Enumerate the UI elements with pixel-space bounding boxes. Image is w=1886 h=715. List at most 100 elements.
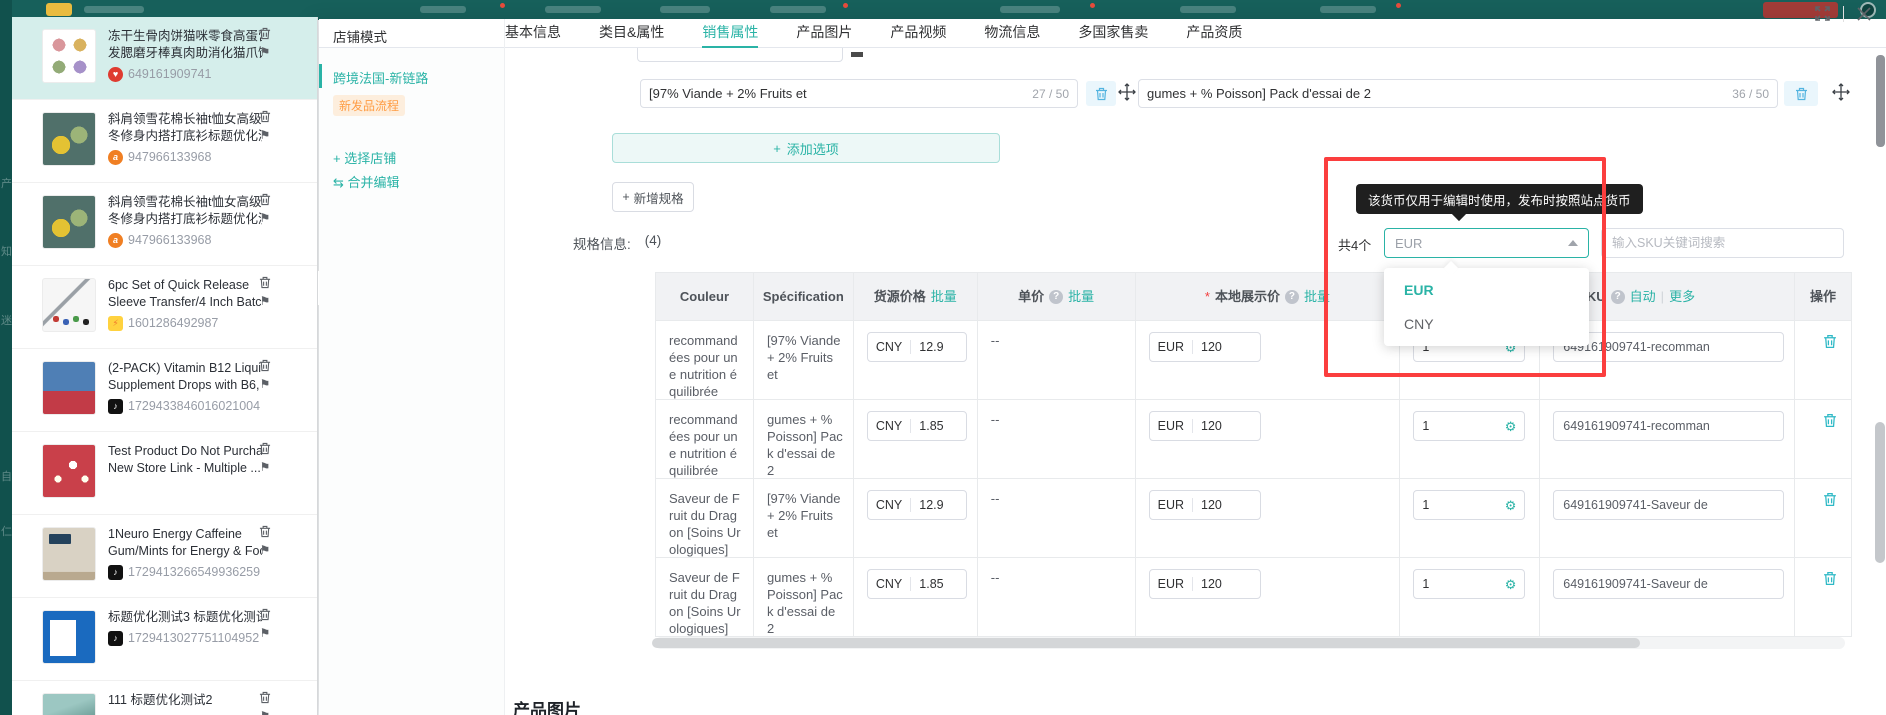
col-header-local-price: * 本地展示价? 批量 [1135,273,1401,321]
tab-basic-info[interactable]: 基本信息 [505,19,561,48]
option-2-drag-handle[interactable] [1832,83,1850,101]
cell-couleur: recommandées pour une nutrition équilibr… [656,400,754,479]
trash-icon[interactable] [259,193,271,206]
tab-category-attributes[interactable]: 类目&属性 [599,19,664,48]
product-list-item[interactable]: 1Neuro Energy Caffeine Gum/Mints for Ene… [12,515,317,598]
trash-icon[interactable] [259,110,271,123]
batch-edit-link[interactable]: 批量 [1304,288,1330,305]
spec-value: [97% Viande + 2% Fruits et [766,491,841,540]
store-item-active[interactable]: 跨境法国-新链路 [319,62,504,90]
trash-icon[interactable] [1808,413,1851,428]
local-price-input[interactable]: EUR 120 [1148,332,1261,362]
add-option-button[interactable]: + 添加选项 [612,133,1000,163]
flag-icon[interactable]: ⚑ [260,461,271,473]
option-2-delete-button[interactable] [1784,81,1818,106]
tab-multi-country-sale[interactable]: 多国家售卖 [1078,19,1148,48]
add-spec-button[interactable]: + 新增规格 [612,182,694,212]
flag-icon[interactable]: ⚑ [260,627,271,639]
product-id-row: ♪ 1729433846016021004 [108,398,262,414]
gear-icon[interactable]: ⚙ [1505,418,1517,435]
sku-input[interactable]: 649161909741-recomman [1553,411,1785,441]
option-value-1-input[interactable] [641,86,1033,101]
tab-sales-attributes[interactable]: 销售属性 [702,19,759,48]
product-list-item[interactable]: Test Product Do Not Purchase, New Store … [12,432,317,515]
product-list-item[interactable]: 6pc Set of Quick Release Sleeve Transfer… [12,266,317,349]
product-list-item[interactable]: 斜肩领雪花棉长袖t恤女高级感秋 冬修身内搭打底衫标题优化测试2 a 947966… [12,183,317,266]
cell-couleur: Saveur de Fruit du Dragon [Soins Urologi… [656,479,754,558]
flag-icon[interactable]: ⚑ [260,544,271,556]
source-price-input[interactable]: CNY 12.9 [866,332,967,362]
tab-product-images[interactable]: 产品图片 [796,19,852,48]
sku-input[interactable]: 649161909741-Saveur de [1553,569,1785,599]
help-icon[interactable]: ? [1049,289,1064,304]
price-value: 120 [1201,339,1222,354]
flag-icon[interactable]: ⚑ [260,295,271,307]
local-price-input[interactable]: EUR 120 [1148,490,1261,520]
sku-input[interactable]: 649161909741-Saveur de [1553,490,1785,520]
trash-icon[interactable] [259,691,271,704]
product-list-item[interactable]: 标题优化测试3 标题优化测试 ♪ 1729413027751104952 ⚑ [12,598,317,681]
tab-product-qualification[interactable]: 产品资质 [1186,19,1242,48]
source-price-input[interactable]: CNY 1.85 [866,569,967,599]
horizontal-scrollbar-thumb[interactable] [652,638,1640,648]
currency-option-cny[interactable]: CNY [1384,307,1589,341]
sku-search-input[interactable] [1602,236,1843,250]
source-price-input[interactable]: CNY 12.9 [866,490,967,520]
batch-edit-link[interactable]: 批量 [931,288,957,305]
vertical-scrollbar-thumb[interactable] [1875,422,1885,563]
select-store-link[interactable]: + 选择店铺 [333,148,396,167]
flag-icon[interactable]: ⚑ [260,710,271,715]
currency-prefix: EUR [1157,497,1185,512]
product-list-item[interactable]: 111 标题优化测试2 ⚑ [12,681,317,715]
nav-menu-placeholder [1000,6,1060,13]
option-1-drag-handle[interactable] [1118,83,1136,101]
local-price-input[interactable]: EUR 120 [1148,411,1261,441]
trash-icon[interactable] [259,359,271,372]
fullscreen-icon[interactable] [1814,5,1831,22]
merge-edit-link[interactable]: ⇆ 合并编辑 [333,172,400,191]
help-icon[interactable]: ? [1284,289,1299,304]
product-list-item[interactable]: (2-PACK) Vitamin B12 Liquid Supplement D… [12,349,317,432]
help-icon[interactable]: ? [1610,289,1625,304]
quantity-input[interactable]: 1 ⚙ [1413,411,1526,441]
trash-icon[interactable] [259,276,271,289]
rail-glyph: 知 [1,246,12,258]
trash-icon[interactable] [259,608,271,621]
close-icon[interactable] [1856,6,1872,22]
flag-icon[interactable]: ⚑ [260,212,271,224]
vertical-scrollbar-segment[interactable] [1876,55,1885,147]
product-list-item[interactable]: 冻干生骨肉饼猫咪零食高蛋营养 发腮磨牙棒真肉助消化猫爪饼 ... ♥ 64916… [12,17,317,100]
trash-icon[interactable] [259,27,271,40]
trash-icon[interactable] [259,442,271,455]
quantity-input[interactable]: 1 ⚙ [1413,569,1526,599]
option-value-2-input[interactable] [1139,86,1733,101]
flag-icon[interactable]: ⚑ [260,378,271,390]
trash-icon[interactable] [1808,571,1851,586]
sku-more-link[interactable]: 更多 [1669,288,1695,305]
currency-select[interactable]: EUR [1384,228,1589,258]
unit-price-value: -- [990,333,1000,348]
tab-logistics-info[interactable]: 物流信息 [984,19,1040,48]
quantity-input[interactable]: 1 ⚙ [1413,490,1526,520]
source-price-input[interactable]: CNY 1.85 [866,411,967,441]
gear-icon[interactable]: ⚙ [1505,576,1517,593]
spec-table-row: Saveur de Fruit du Dragon [Soins Urologi… [656,479,1852,558]
trash-icon[interactable] [259,525,271,538]
batch-edit-link[interactable]: 批量 [1068,288,1094,305]
local-price-input[interactable]: EUR 120 [1148,569,1261,599]
trash-icon[interactable] [1808,334,1851,349]
gear-icon[interactable]: ⚙ [1505,497,1517,514]
flag-icon[interactable]: ⚑ [260,129,271,141]
sku-auto-link[interactable]: 自动 [1630,288,1656,305]
sku-value: 649161909741-Saveur de [1563,576,1708,591]
quantity-value: 1 [1422,497,1430,512]
tab-product-video[interactable]: 产品视频 [890,19,946,48]
currency-option-eur[interactable]: EUR [1384,273,1589,307]
flag-icon[interactable]: ⚑ [260,46,271,58]
col-header-actions: 操作 [1795,273,1852,321]
app-root: 产 知 迷 自 仁 冻干生骨肉饼猫咪零食高蛋营养 发腮磨牙棒真肉助消化猫爪饼 .… [0,0,1886,715]
product-list-item[interactable]: 斜肩领雪花棉长袖t恤女高级感秋 冬修身内搭打底衫标题优化测试3 a 947966… [12,100,317,183]
drawer-window-controls [1814,5,1872,22]
trash-icon[interactable] [1808,492,1851,507]
option-1-delete-button[interactable] [1086,81,1116,106]
